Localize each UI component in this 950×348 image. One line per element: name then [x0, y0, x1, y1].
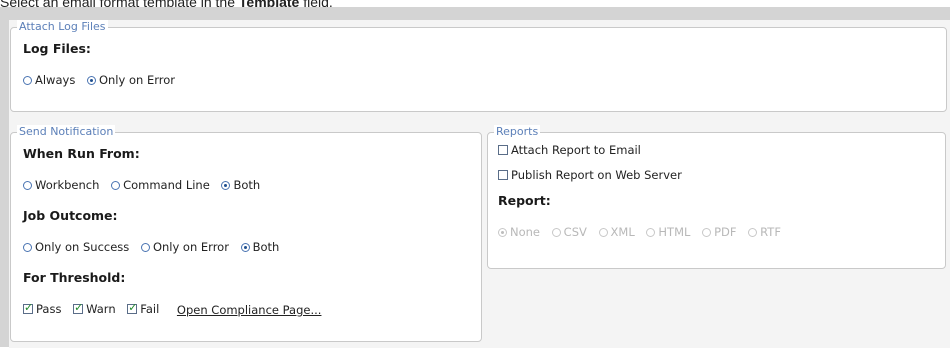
radio-icon — [23, 75, 32, 85]
radio-icon — [702, 227, 712, 237]
radio-icon — [598, 227, 608, 237]
radio-format-rtf[interactable]: RTF — [748, 225, 781, 239]
radio-icon — [23, 180, 32, 190]
radio-icon — [23, 242, 32, 252]
checkbox-checked-icon — [23, 301, 33, 314]
job-outcome-heading: Job Outcome: — [23, 208, 118, 223]
checkbox-icon — [498, 170, 508, 180]
radio-outcome-only-on-error[interactable]: Only on Error — [140, 240, 229, 254]
radio-outcome-both[interactable]: Both — [240, 240, 279, 254]
log-files-heading: Log Files: — [23, 41, 91, 56]
radio-icon — [646, 227, 656, 237]
log-files-options: Always Only on Error — [23, 73, 183, 88]
send-notification-legend: Send Notification — [17, 125, 116, 139]
radio-format-pdf[interactable]: PDF — [702, 225, 736, 239]
radio-selected-icon — [221, 180, 231, 190]
radio-only-on-success[interactable]: Only on Success — [23, 240, 129, 254]
report-heading: Report: — [498, 193, 551, 208]
radio-format-csv[interactable]: CSV — [551, 225, 587, 239]
radio-selected-icon — [86, 75, 96, 85]
checkbox-fail[interactable]: Fail — [127, 301, 159, 316]
radio-selected-icon — [240, 242, 250, 252]
checkbox-attach-report[interactable]: Attach Report to Email — [498, 143, 649, 158]
radio-selected-icon — [498, 227, 507, 237]
radio-run-from-both[interactable]: Both — [221, 178, 260, 192]
radio-log-always[interactable]: Always — [23, 73, 75, 87]
checkbox-pass[interactable]: Pass — [23, 301, 61, 316]
threshold-options: Pass Warn Fail Open Compliance Page... — [23, 301, 322, 317]
reports-legend: Reports — [494, 125, 541, 139]
radio-format-xml[interactable]: XML — [598, 225, 635, 239]
radio-command-line[interactable]: Command Line — [111, 178, 210, 192]
reports-group: Reports Attach Report to Email Publish R… — [487, 125, 946, 269]
checkbox-publish-report[interactable]: Publish Report on Web Server — [498, 168, 690, 183]
send-notification-group: Send Notification When Run From: Workben… — [10, 125, 482, 342]
open-compliance-page-link[interactable]: Open Compliance Page... — [177, 303, 322, 317]
radio-log-only-on-error[interactable]: Only on Error — [86, 73, 175, 87]
checkbox-warn[interactable]: Warn — [73, 301, 116, 316]
checkbox-checked-icon — [127, 301, 137, 314]
radio-format-html[interactable]: HTML — [646, 225, 690, 239]
options-panel: Attach Log Files Log Files: Always Only … — [9, 20, 950, 348]
checkbox-checked-icon — [73, 301, 83, 314]
radio-icon — [748, 227, 758, 237]
window-frame: Attach Log Files Log Files: Always Only … — [0, 7, 950, 348]
radio-format-none[interactable]: None — [498, 225, 540, 239]
when-run-from-heading: When Run From: — [23, 146, 140, 161]
run-from-options: Workbench Command Line Both — [23, 178, 268, 193]
radio-workbench[interactable]: Workbench — [23, 178, 99, 192]
report-format-options: None CSV XML HTML PDF RTF — [498, 225, 789, 240]
radio-icon — [111, 180, 121, 190]
checkbox-icon — [498, 145, 508, 155]
job-outcome-options: Only on Success Only on Error Both — [23, 240, 287, 255]
attach-log-files-legend: Attach Log Files — [17, 20, 108, 34]
radio-icon — [140, 242, 150, 252]
attach-log-files-group: Attach Log Files Log Files: Always Only … — [10, 20, 947, 112]
radio-icon — [551, 227, 561, 237]
for-threshold-heading: For Threshold: — [23, 270, 126, 285]
